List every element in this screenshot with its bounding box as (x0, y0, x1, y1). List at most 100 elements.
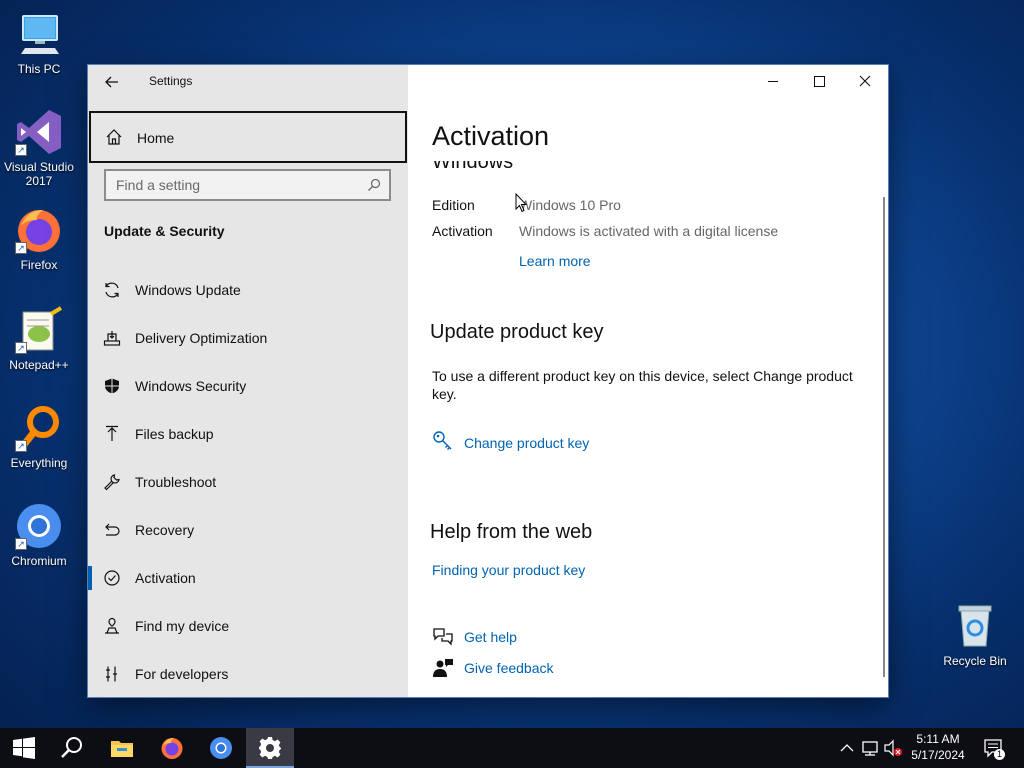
shortcut-arrow-icon: ↗ (15, 342, 27, 354)
nav-item-windows-security[interactable]: Windows Security (88, 362, 408, 410)
close-button[interactable] (842, 65, 888, 97)
taskbar-settings[interactable] (246, 728, 294, 768)
nav-item-for-developers[interactable]: For developers (88, 650, 408, 697)
edition-label: Edition (432, 197, 475, 213)
search-icon (61, 737, 82, 758)
developer-icon (106, 666, 117, 682)
shortcut-arrow-icon: ↗ (15, 242, 27, 254)
network-icon (862, 741, 878, 756)
maximize-button[interactable] (796, 65, 842, 97)
section-header: Update & Security (104, 223, 225, 239)
maximize-icon (814, 76, 825, 87)
nav-item-label: Delivery Optimization (135, 330, 268, 346)
chromium-icon: ↗ (15, 502, 63, 550)
get-help-icon (433, 628, 453, 646)
firefox-icon: ↗ (15, 206, 63, 254)
nav-item-activation[interactable]: Activation (88, 554, 408, 602)
clock-date: 5/17/2024 (911, 748, 965, 762)
recovery-icon (105, 523, 120, 536)
find-device-icon (105, 617, 119, 634)
recycle-bin-icon (951, 602, 999, 650)
windows-heading-text: Windows (432, 161, 514, 173)
edition-value: Windows 10 Pro (519, 197, 621, 213)
find-setting-input[interactable] (116, 176, 356, 194)
help-from-web-heading: Help from the web (430, 521, 593, 543)
search-icon (368, 178, 381, 191)
taskbar: 5:11 AM 5/17/2024 1 (0, 728, 1024, 768)
back-button[interactable] (98, 71, 126, 93)
learn-more-link[interactable]: Learn more (519, 253, 591, 269)
desktop-icon-label: Visual Studio 2017 (4, 160, 74, 188)
desktop-icon-chromium[interactable]: ↗ Chromium (0, 502, 79, 568)
wrench-icon (104, 474, 120, 491)
shortcut-arrow-icon: ↗ (15, 538, 27, 550)
firefox-icon (161, 738, 183, 759)
taskbar-clock[interactable]: 5:11 AM 5/17/2024 (900, 731, 976, 763)
title-bar: Settings (88, 65, 408, 97)
home-icon (106, 129, 122, 145)
nav-home-label: Home (137, 130, 175, 146)
activation-label: Activation (432, 223, 493, 239)
delivery-optimization-icon (103, 331, 121, 346)
nav-home[interactable]: Home (89, 111, 407, 163)
activation-status-value: Windows is activated with a digital lice… (519, 223, 779, 239)
desktop-icon-label: Everything (10, 456, 68, 470)
taskbar-search-button[interactable] (48, 728, 96, 768)
shortcut-arrow-icon: ↗ (15, 144, 27, 156)
minimize-button[interactable] (750, 65, 796, 97)
nav-item-delivery-optimization[interactable]: Delivery Optimization (88, 314, 408, 362)
taskbar-chromium[interactable] (197, 728, 245, 768)
minimize-icon (768, 81, 778, 82)
feedback-icon (433, 659, 453, 677)
nav-item-label: Recovery (135, 522, 195, 538)
nav-list: Windows Update Delivery Optimization Win… (88, 266, 408, 697)
show-hidden-icons-button[interactable] (838, 728, 856, 768)
shortcut-arrow-icon: ↗ (15, 440, 27, 452)
desktop-icon-visual-studio[interactable]: ↗ Visual Studio 2017 (0, 108, 79, 188)
settings-nav-pane: Settings Home Update & Security Windows (88, 65, 408, 697)
update-product-key-text: To use a different product key on this d… (432, 368, 853, 402)
nav-item-label: For developers (135, 666, 229, 682)
windows-logo-icon (13, 737, 35, 759)
get-help-link[interactable]: Get help (464, 629, 517, 645)
content-scrollbar[interactable] (883, 197, 885, 677)
settings-window: Settings Home Update & Security Windows (88, 65, 888, 697)
page-title: Activation (432, 121, 550, 151)
desktop-icon-label: Chromium (11, 554, 67, 568)
desktop-icon-everything[interactable]: ↗ Everything (0, 404, 79, 470)
find-setting-box[interactable] (104, 169, 391, 201)
notification-icon (984, 739, 1002, 758)
desktop-icon-label: Recycle Bin (943, 654, 1007, 668)
network-status-button[interactable] (860, 728, 880, 768)
mouse-cursor-icon (515, 193, 527, 213)
check-circle-icon (104, 570, 120, 586)
desktop-icon-recycle-bin[interactable]: Recycle Bin (935, 602, 1015, 668)
shield-icon (105, 378, 119, 394)
taskbar-file-explorer[interactable] (98, 728, 146, 768)
desktop-icon-this-pc[interactable]: This PC (0, 10, 79, 76)
nav-item-troubleshoot[interactable]: Troubleshoot (88, 458, 408, 506)
action-center-button[interactable]: 1 (982, 728, 1006, 768)
key-icon (433, 431, 452, 450)
folder-icon (111, 741, 133, 757)
give-feedback-link[interactable]: Give feedback (464, 660, 554, 676)
desktop-icon-notepadpp[interactable]: ↗ Notepad++ (0, 306, 79, 372)
nav-item-label: Windows Update (135, 282, 241, 298)
nav-item-label: Activation (135, 570, 196, 586)
nav-item-files-backup[interactable]: Files backup (88, 410, 408, 458)
visual-studio-icon: ↗ (15, 108, 63, 156)
taskbar-firefox[interactable] (148, 728, 196, 768)
back-arrow-icon (105, 76, 118, 88)
nav-item-label: Files backup (135, 426, 214, 442)
nav-item-find-my-device[interactable]: Find my device (88, 602, 408, 650)
nav-item-recovery[interactable]: Recovery (88, 506, 408, 554)
notepadpp-icon: ↗ (15, 306, 63, 354)
computer-icon (15, 10, 63, 58)
desktop-icon-firefox[interactable]: ↗ Firefox (0, 206, 79, 272)
everything-search-icon: ↗ (15, 404, 63, 452)
nav-item-label: Windows Security (135, 378, 247, 394)
change-product-key-link[interactable]: Change product key (464, 435, 589, 451)
finding-product-key-link[interactable]: Finding your product key (432, 562, 585, 578)
nav-item-windows-update[interactable]: Windows Update (88, 266, 408, 314)
start-button[interactable] (0, 728, 48, 768)
